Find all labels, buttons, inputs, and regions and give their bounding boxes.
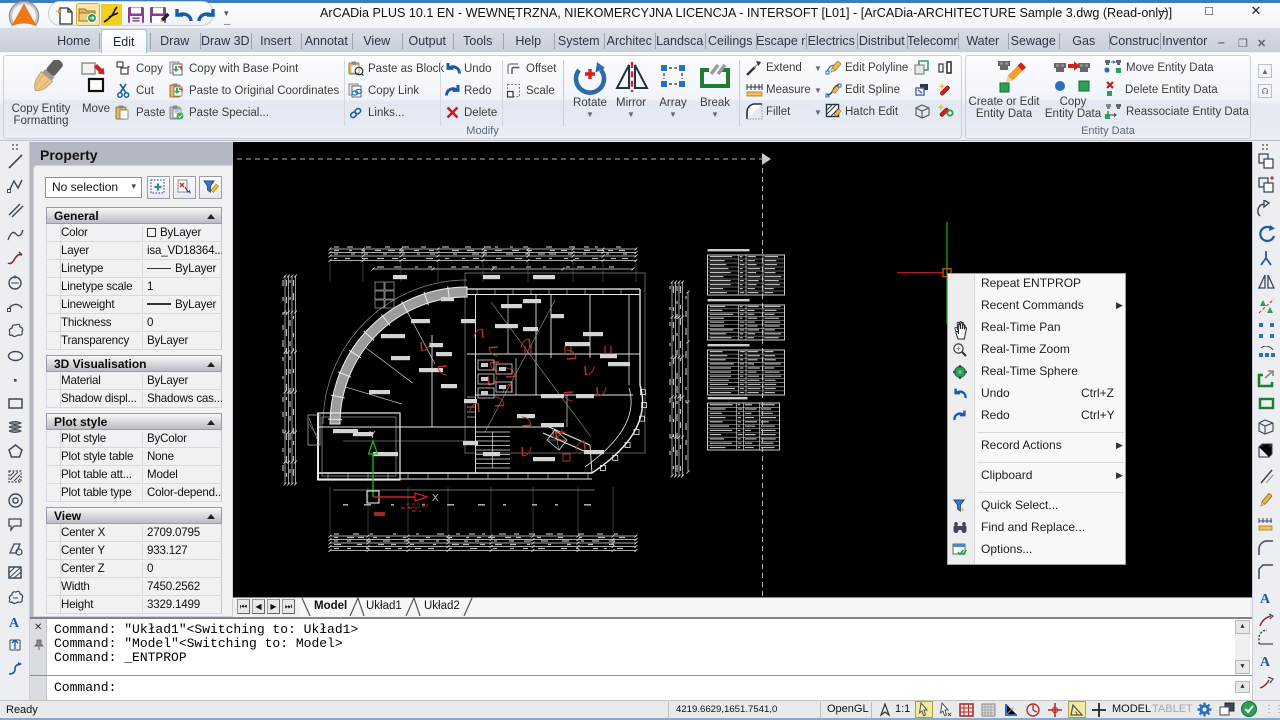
svg-text:X: X xyxy=(432,493,439,504)
svg-text:A: A xyxy=(1260,592,1271,607)
svg-text:A: A xyxy=(1260,655,1271,670)
svg-text:A: A xyxy=(9,616,20,631)
svg-text:Y: Y xyxy=(369,430,376,441)
